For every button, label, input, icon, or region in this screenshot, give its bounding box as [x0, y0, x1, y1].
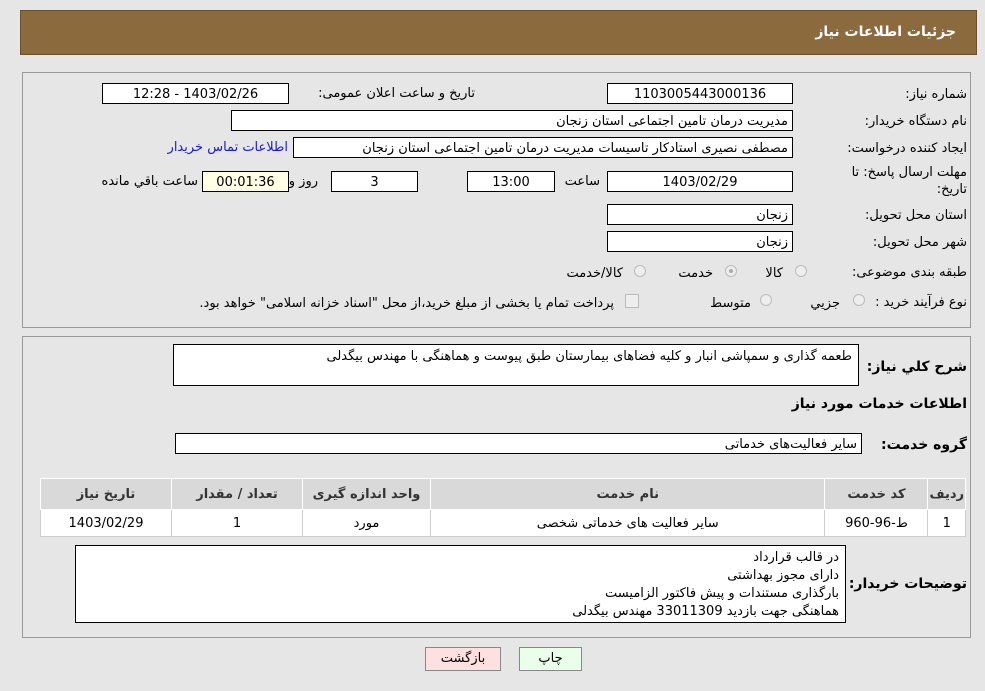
process-option-medium: متوسط: [710, 296, 751, 311]
note-line: بارگذاری مستندات و پیش فاکتور الزامیست: [605, 586, 839, 601]
buyer-org-field: مدیریت درمان تامین اجتماعی استان زنجان: [231, 110, 793, 131]
note-line: دارای مجوز بهداشتی: [727, 568, 839, 583]
remaining-time-field: 00:01:36: [202, 171, 289, 192]
need-number-label: شماره نیاز:: [905, 87, 967, 102]
process-radio-medium[interactable]: [760, 294, 772, 306]
category-radio-goods-service[interactable]: [634, 265, 646, 277]
col-row: ردیف: [927, 478, 966, 510]
col-code: کد خدمت: [824, 478, 929, 510]
back-button[interactable]: بازگشت: [425, 647, 501, 671]
category-radio-service[interactable]: [725, 265, 737, 277]
announce-field: 1403/02/26 - 12:28: [102, 83, 289, 104]
creator-label: ایجاد کننده درخواست:: [847, 141, 967, 156]
need-number-field: 1103005443000136: [607, 83, 793, 104]
announce-label: تاریخ و ساعت اعلان عمومی:: [318, 86, 475, 101]
col-qty: تعداد / مقدار: [171, 478, 303, 510]
group-label: گروه خدمت:: [881, 437, 967, 453]
process-radio-minor[interactable]: [853, 294, 865, 306]
cell-unit: مورد: [302, 509, 431, 537]
creator-field: مصطفی نصیری استادکار تاسیسات مدیریت درما…: [293, 137, 793, 158]
buyer-org-label: نام دستگاه خریدار:: [864, 114, 967, 129]
process-option-minor: جزیي: [810, 296, 840, 311]
category-option-goods-service: کالا/خدمت: [566, 266, 623, 281]
note-line: هماهنگی جهت بازدید 33011309 مهندس بیگدلی: [572, 604, 839, 619]
buyer-notes-label: توضیحات خریدار:: [848, 576, 967, 592]
buyer-notes-textarea[interactable]: در قالب قرارداد دارای مجوز بهداشتی بارگذ…: [75, 545, 846, 623]
cell-date: 1403/02/29: [40, 509, 172, 537]
buyer-contact-link[interactable]: اطلاعات تماس خریدار: [168, 140, 288, 155]
process-note: پرداخت تمام یا بخشی از مبلغ خرید،از محل …: [199, 296, 614, 311]
process-label: نوع فرآیند خرید :: [875, 295, 967, 310]
days-field: 3: [331, 171, 418, 192]
time-label: ساعت: [564, 174, 600, 189]
province-label: استان محل تحویل:: [865, 208, 967, 223]
services-table: ردیف کد خدمت نام خدمت واحد اندازه گیری ت…: [40, 478, 966, 537]
category-option-service: خدمت: [678, 266, 713, 281]
page-header: جزئیات اطلاعات نیاز: [20, 10, 977, 55]
remaining-label: ساعت باقي مانده: [101, 174, 198, 189]
summary-textarea[interactable]: طعمه گذاری و سمپاشی انبار و کلیه فضاهای …: [173, 344, 859, 386]
deadline-date-field: 1403/02/29: [607, 171, 793, 192]
deadline-label: مهلت ارسال پاسخ: تا تاریخ:: [851, 165, 967, 197]
table-header-row: ردیف کد خدمت نام خدمت واحد اندازه گیری ت…: [40, 478, 966, 510]
province-field: زنجان: [607, 204, 793, 225]
page-title: جزئیات اطلاعات نیاز: [815, 24, 956, 40]
table-row: 1 ط-96-960 سایر فعالیت های خدماتی شخصی م…: [40, 509, 966, 537]
services-title: اطلاعات خدمات مورد نیاز: [791, 396, 967, 412]
deadline-time-field: 13:00: [467, 171, 555, 192]
summary-label: شرح کلي نیاز:: [866, 359, 967, 375]
category-label: طبقه بندی موضوعی:: [851, 265, 967, 280]
col-unit: واحد اندازه گیری: [302, 478, 431, 510]
print-button[interactable]: چاپ: [519, 647, 582, 671]
cell-row: 1: [927, 509, 966, 537]
category-radio-goods[interactable]: [795, 265, 807, 277]
category-option-goods: کالا: [765, 266, 783, 281]
col-name: نام خدمت: [429, 478, 826, 510]
days-label: روز و: [288, 174, 318, 189]
cell-code: ط-96-960: [824, 509, 929, 537]
city-field: زنجان: [607, 231, 793, 252]
note-line: در قالب قرارداد: [753, 550, 839, 565]
group-field: سایر فعالیت‌های خدماتی: [175, 433, 862, 454]
city-label: شهر محل تحویل:: [872, 235, 967, 250]
cell-qty: 1: [171, 509, 303, 537]
cell-name: سایر فعالیت های خدماتی شخصی: [429, 509, 826, 537]
treasury-checkbox[interactable]: [625, 294, 639, 308]
col-date: تاریخ نیاز: [40, 478, 172, 510]
